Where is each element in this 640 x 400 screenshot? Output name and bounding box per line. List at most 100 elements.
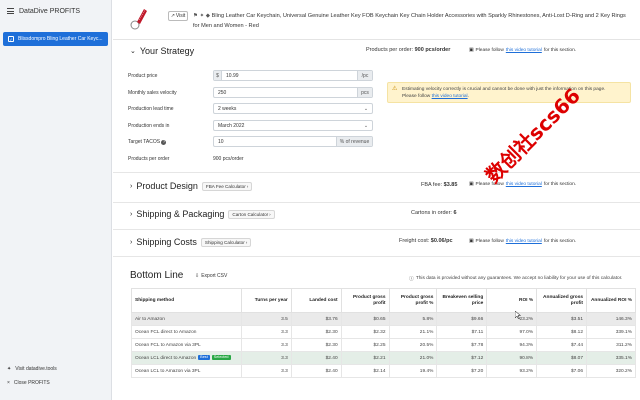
strategy-tutorial: ▣ Please follow this video tutorial for …	[469, 48, 577, 53]
tutorial-link[interactable]: this video tutorial	[506, 48, 542, 53]
chevron-right-icon: ›	[269, 211, 271, 217]
video-icon: ▣	[469, 48, 474, 53]
col-shipping-method[interactable]: Shipping method	[131, 288, 242, 313]
tutorial-link[interactable]: this video tutorial	[506, 239, 542, 244]
chevron-down-icon: ⌄	[130, 48, 136, 55]
label-monthly-velocity: Monthly sales velocity	[128, 90, 177, 96]
info-icon: ⓘ	[409, 277, 414, 282]
shipping-costs-tutorial: ▣ Please follow this video tutorial for …	[469, 239, 577, 244]
cell-agp: $8.12	[536, 325, 588, 339]
cell-aroi: 311.2%	[586, 338, 636, 352]
product-design-header[interactable]: › Product Design FBA Fee Calculator ›	[130, 181, 253, 191]
cell-gpp: 19.4%	[388, 364, 438, 378]
external-link-icon: ↗	[170, 13, 175, 19]
label-product-price: Product price	[128, 73, 158, 79]
col-turns-per-year[interactable]: Turns per year	[240, 288, 292, 313]
cell-gpp: 5.8%	[388, 312, 438, 326]
chevron-right-icon: ›	[245, 239, 248, 245]
cell-agp: $8.07	[536, 351, 588, 365]
chevron-right-icon: ›	[130, 238, 133, 246]
menu-icon[interactable]	[7, 8, 14, 14]
cell-method: Ocean LCL to Amazon via 3PL	[131, 364, 242, 378]
table-row[interactable]: Air to Amazon 3.5 $3.76 $0.65 5.8% $9.66 23.2%…	[131, 312, 636, 326]
col-annualized-roi[interactable]: Annualized ROI %	[586, 288, 636, 313]
lead-time-select[interactable]: 2 weeks ⌄	[213, 103, 373, 114]
chevron-right-icon: ›	[246, 183, 249, 189]
cell-roi: 97.0%	[486, 325, 538, 339]
cell-aroi: 335.1%	[586, 351, 636, 365]
label-production-ends: Production ends in	[128, 123, 170, 129]
col-roi-pct[interactable]: ROI %	[486, 288, 538, 313]
tutorial-link[interactable]: this video tutorial	[506, 182, 542, 187]
cell-be: $7.78	[436, 338, 488, 352]
cell-gp: $2.21	[340, 351, 390, 365]
label-target-tacos: Target TACOS ?	[128, 139, 167, 145]
product-icon: ✓	[8, 36, 14, 42]
shipping-costs-header[interactable]: › Shipping Costs Shipping Calculator ›	[130, 237, 252, 247]
results-table: Shipping method Turns per year Landed co…	[131, 288, 636, 378]
shipping-packaging-header[interactable]: › Shipping & Packaging Carton Calculator…	[130, 209, 275, 219]
cell-method: Ocean FCL to Amazon via 3PL	[131, 338, 242, 352]
col-gross-profit[interactable]: Product gross profit	[340, 288, 390, 313]
visit-datadive-link[interactable]: ✦ Visit datadive.tools	[7, 366, 57, 372]
cell-landed: $2.30	[290, 325, 342, 339]
col-landed-cost[interactable]: Landed cost	[290, 288, 342, 313]
cell-landed: $3.76	[290, 312, 342, 326]
col-annualized-gross-profit[interactable]: Annualized gross profit	[536, 288, 588, 313]
cell-gp: $0.65	[340, 312, 390, 326]
cell-turns: 3.3	[240, 364, 292, 378]
monthly-velocity-input[interactable]: 250 pcs	[213, 87, 373, 98]
table-row[interactable]: Ocean FCL direct to Amazon 3.3 $2.30 $2.32 2…	[131, 325, 636, 339]
freight-info: Freight cost: $0.06/pc	[399, 238, 453, 244]
table-row[interactable]: Ocean LCL direct to Amazon Best Selected 3.…	[131, 351, 636, 365]
selected-badge: Selected	[211, 355, 231, 361]
sidebar-header: DataDive PROFITS	[0, 0, 111, 22]
close-profits-link[interactable]: × Close PROFITS	[7, 380, 50, 386]
sidebar-item-product[interactable]: ✓ Blissdompro Bling Leather Car Keyc...	[3, 32, 108, 46]
production-ends-select[interactable]: March 2022 ⌄	[213, 120, 373, 131]
cell-gpp: 20.5%	[388, 338, 438, 352]
chevron-right-icon: ›	[130, 182, 133, 190]
cell-aroi: 320.2%	[586, 364, 636, 378]
sidebar: DataDive PROFITS ✓ Blissdompro Bling Lea…	[0, 0, 112, 400]
fba-fee-info: FBA fee: $3.85	[421, 182, 458, 188]
fba-fee-calculator-button[interactable]: FBA Fee Calculator ›	[201, 181, 253, 191]
cartons-info: Cartons in order: 6	[411, 210, 457, 216]
best-badge: Best	[198, 355, 210, 361]
product-price-input[interactable]: $ 10.99 /pc	[213, 70, 373, 81]
cell-be: $7.12	[436, 351, 488, 365]
cell-gp: $2.32	[340, 325, 390, 339]
label-lead-time: Production lead time	[128, 106, 174, 112]
carton-calculator-button[interactable]: Carton Calculator ›	[228, 209, 275, 219]
strategy-header[interactable]: ⌄ Your Strategy	[130, 46, 194, 56]
shipping-costs-section: › Shipping Costs Shipping Calculator › Fr…	[113, 230, 640, 257]
col-breakeven-price[interactable]: Breakeven selling price	[436, 288, 488, 313]
cell-be: $7.11	[436, 325, 488, 339]
info-icon[interactable]: ?	[161, 140, 167, 145]
cell-roi: 23.2%	[486, 312, 538, 326]
col-gross-profit-pct[interactable]: Product gross profit %	[388, 288, 438, 313]
cell-landed: $2.30	[290, 338, 342, 352]
visit-button[interactable]: ↗ Visit	[168, 11, 188, 21]
shipping-calculator-button[interactable]: Shipping Calculator ›	[200, 237, 252, 247]
cell-aroi: 339.1%	[586, 325, 636, 339]
main-panel: ↗ Visit ⚑ ✦ ◆ Bling Leather Car Keychain…	[113, 0, 640, 400]
cell-aroi: 146.3%	[586, 312, 636, 326]
product-design-section: › Product Design FBA Fee Calculator › FBA…	[113, 173, 640, 203]
cell-method: Air to Amazon	[131, 312, 242, 326]
table-row[interactable]: Ocean FCL to Amazon via 3PL 3.3 $2.30 $2.25…	[131, 338, 636, 352]
strategy-summary: Products per order: 900 pcs/order	[366, 47, 451, 53]
cell-be: $7.20	[436, 364, 488, 378]
export-csv-button[interactable]: ⇩ Export CSV	[195, 273, 227, 279]
warning-icon: ⚠	[392, 86, 398, 92]
cell-be: $9.66	[436, 312, 488, 326]
cell-method: Ocean FCL direct to Amazon	[131, 325, 242, 339]
cell-roi: 90.8%	[486, 351, 538, 365]
cell-gpp: 21.1%	[388, 325, 438, 339]
target-tacos-input[interactable]: 10 % of revenue	[213, 136, 373, 147]
video-icon: ▣	[469, 182, 474, 187]
product-title: ⚑ ✦ ◆ Bling Leather Car Keychain, Univer…	[193, 13, 626, 29]
warning-tutorial-link[interactable]: this video tutorial	[432, 94, 468, 99]
table-row[interactable]: Ocean LCL to Amazon via 3PL 3.3 $2.40 $2.14…	[131, 364, 636, 378]
cell-gp: $2.14	[340, 364, 390, 378]
